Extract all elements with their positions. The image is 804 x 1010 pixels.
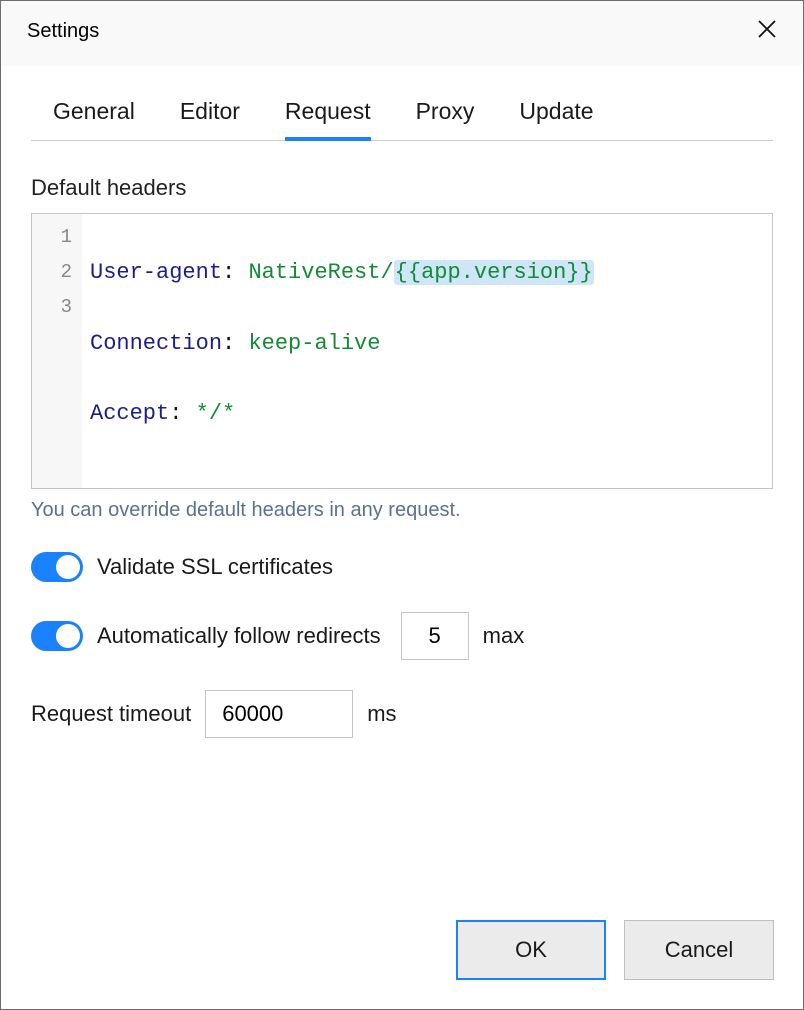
follow-redirects-toggle[interactable] [31,621,83,651]
dialog-footer: OK Cancel [0,896,804,1010]
ok-button[interactable]: OK [456,920,606,980]
max-redirects-suffix: max [483,623,525,649]
header-value: */* [196,401,236,426]
request-timeout-label: Request timeout [31,701,191,727]
tab-request[interactable]: Request [285,84,371,141]
request-timeout-input[interactable] [205,690,353,738]
header-key: Accept [90,401,169,426]
editor-content[interactable]: User-agent: NativeRest/{{app.version}} C… [82,214,598,488]
request-timeout-suffix: ms [367,701,396,727]
default-headers-label: Default headers [31,175,773,201]
default-headers-editor[interactable]: 1 2 3 User-agent: NativeRest/{{app.versi… [31,213,773,489]
validate-ssl-toggle[interactable] [31,552,83,582]
header-colon: : [222,331,235,356]
header-key: Connection [90,331,222,356]
follow-redirects-label: Automatically follow redirects [97,623,381,649]
header-colon: : [169,401,182,426]
header-variable: {{app.version}} [394,260,594,285]
tab-proxy[interactable]: Proxy [416,84,475,141]
close-icon[interactable] [753,15,781,48]
line-number: 1 [32,220,72,255]
titlebar: Settings [1,1,803,66]
line-number: 3 [32,290,72,325]
tab-update[interactable]: Update [519,84,593,141]
header-colon: : [222,260,235,285]
cancel-button[interactable]: Cancel [624,920,774,980]
max-redirects-input[interactable] [401,612,469,660]
window-title: Settings [27,20,99,43]
header-value: NativeRest/ [248,260,393,285]
tab-editor[interactable]: Editor [180,84,240,141]
validate-ssl-label: Validate SSL certificates [97,554,333,580]
header-key: User-agent [90,260,222,285]
editor-gutter: 1 2 3 [32,214,82,488]
header-value: keep-alive [248,331,380,356]
tab-general[interactable]: General [53,84,135,141]
headers-hint: You can override default headers in any … [31,499,773,522]
tabs: General Editor Request Proxy Update [31,84,773,141]
line-number: 2 [32,255,72,290]
